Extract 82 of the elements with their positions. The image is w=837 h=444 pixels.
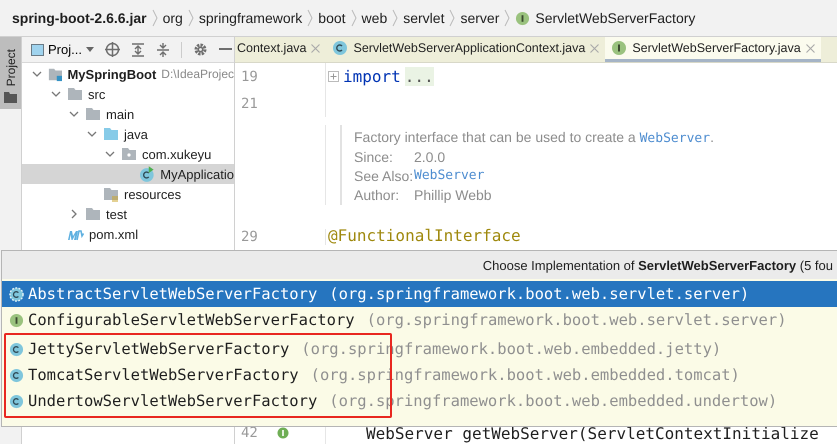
implementation-item[interactable]: AbstractServletWebServerFactory (org.springframework.boot.web.servlet.server): [2, 281, 837, 307]
resources-folder-icon: [103, 186, 119, 202]
tree-item[interactable]: pom.xml: [22, 224, 234, 244]
code-line: WebServer getWebServer(ServletContextInitialize: [365, 424, 819, 442]
tree-item[interactable]: resources: [22, 184, 234, 204]
line-number: 19: [241, 68, 259, 84]
tree-item[interactable]: test: [22, 204, 234, 224]
window-icon: [31, 44, 44, 56]
chevron-down-icon[interactable]: [87, 129, 97, 139]
class-icon: [9, 342, 24, 356]
interface-icon: [611, 40, 628, 56]
doc-field-value: Phillip Webb: [414, 187, 492, 203]
popup-title: Choose Implementation of ServletWebServerFactory (5 fou: [482, 258, 834, 272]
fold-icon[interactable]: [328, 71, 339, 82]
folder-icon: [67, 87, 83, 101]
dropdown-arrow-icon: [86, 47, 94, 52]
code-annotation: @FunctionalInterface: [328, 226, 521, 245]
package-icon: [121, 147, 137, 161]
chevron-icon: [449, 9, 456, 27]
line-number: 29: [241, 229, 259, 245]
breadcrumb[interactable]: springframework: [198, 10, 302, 26]
path-hint: D:\IdeaProjec: [161, 67, 234, 81]
breadcrumb[interactable]: web: [362, 10, 388, 26]
interface-icon: [9, 312, 24, 328]
doc-field-value: 2.0.0: [414, 149, 446, 165]
implemented-method-icon[interactable]: [277, 427, 289, 439]
class-icon: [9, 368, 24, 382]
breadcrumb[interactable]: boot: [318, 10, 346, 26]
tree-item[interactable]: main: [22, 104, 234, 124]
folder-icon: [85, 107, 101, 121]
chevron-icon: [504, 9, 510, 27]
tree-item[interactable]: MyApplicatio: [22, 164, 234, 184]
chevron-down-icon[interactable]: [32, 69, 42, 79]
chevron-icon: [152, 9, 158, 27]
class-icon: [9, 394, 24, 408]
line-number: 21: [241, 96, 259, 112]
chevron-icon: [188, 9, 194, 27]
tree-item[interactable]: src: [22, 84, 234, 104]
folder-icon: [4, 92, 17, 103]
collapse-all-icon[interactable]: [156, 42, 170, 56]
breadcrumb[interactable]: servlet: [403, 10, 444, 26]
maven-icon: [67, 228, 84, 240]
close-icon[interactable]: [806, 44, 815, 52]
editor-tab[interactable]: ServletWebServerApplicationContext.java: [326, 37, 606, 62]
implementation-item[interactable]: ConfigurableServletWebServerFactory (org.springframework.boot.web.servlet.server): [2, 307, 837, 333]
doc-field-label: Since:: [354, 149, 394, 165]
breadcrumb[interactable]: org: [162, 10, 183, 26]
breadcrumb[interactable]: server: [460, 10, 500, 26]
editor-tab[interactable]: ServletWebServerFactory.java: [605, 37, 821, 62]
line-number: 42: [241, 425, 259, 441]
chevron-down-icon[interactable]: [69, 109, 79, 119]
editor-tab[interactable]: Context.java: [235, 37, 326, 62]
class-icon: [138, 166, 156, 182]
project-tool-tab[interactable]: Project: [0, 37, 21, 109]
abstract-class-icon: [9, 286, 24, 302]
folder-icon: [85, 207, 101, 221]
chevron-icon: [392, 9, 398, 27]
breadcrumb[interactable]: spring-boot-2.6.6.jar: [12, 10, 147, 26]
interface-icon: [515, 10, 530, 26]
doc-description: Factory interface that can be used to create a WebServer.: [354, 129, 714, 146]
folded-code[interactable]: ...: [404, 67, 434, 86]
module-folder-icon: [48, 66, 62, 82]
chevron-down-icon[interactable]: [51, 89, 61, 99]
class-icon: [332, 40, 348, 56]
doc-field-label: Author:: [354, 187, 400, 203]
chevron-right-icon[interactable]: [69, 209, 79, 219]
tree-item[interactable]: MySpringBoot D:\IdeaProjec: [22, 64, 234, 84]
doc-field-label: See Also:: [354, 168, 414, 184]
expand-all-icon[interactable]: [130, 42, 145, 56]
chevron-icon: [350, 9, 357, 27]
chevron-down-icon[interactable]: [105, 149, 115, 159]
doc-link[interactable]: WebServer: [414, 168, 484, 184]
tree-item[interactable]: java: [22, 124, 234, 144]
locate-icon[interactable]: [104, 42, 120, 57]
chevron-icon: [307, 9, 314, 27]
folder-icon: [103, 127, 119, 141]
view-selector[interactable]: Proj...: [31, 42, 94, 57]
tree-item[interactable]: com.xukeyu: [22, 144, 234, 164]
settings-icon[interactable]: [192, 42, 208, 57]
breadcrumb[interactable]: ServletWebServerFactory: [535, 10, 696, 26]
code-keyword: import: [343, 67, 401, 86]
minimize-icon[interactable]: [218, 48, 232, 51]
